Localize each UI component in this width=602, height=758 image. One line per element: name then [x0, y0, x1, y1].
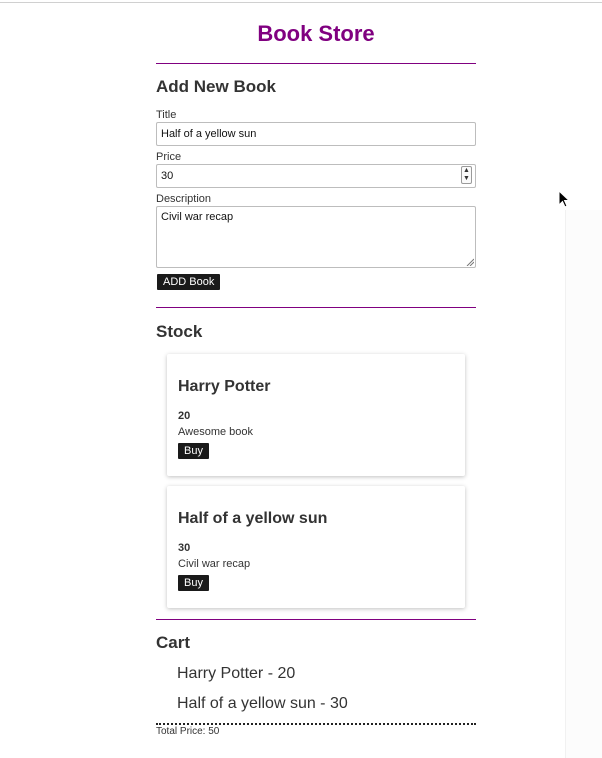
cart-separator	[156, 723, 476, 725]
page-title: Book Store	[257, 21, 375, 46]
title-input[interactable]	[156, 122, 476, 146]
book-title: Harry Potter	[178, 378, 271, 395]
description-textarea[interactable]: Civil war recap	[156, 206, 476, 268]
resize-handle-icon[interactable]	[466, 258, 474, 266]
book-description: Awesome book	[178, 426, 254, 438]
mouse-cursor-icon	[558, 190, 570, 208]
price-field: ▲ ▼	[156, 164, 476, 188]
book-card: Harry Potter 20 Awesome book Buy	[167, 354, 465, 476]
cart-heading: Cart	[156, 633, 191, 652]
buy-button[interactable]: Buy	[178, 575, 209, 591]
add-book-button[interactable]: ADD Book	[157, 274, 221, 290]
price-spinner[interactable]: ▲ ▼	[461, 166, 472, 184]
book-price: 30	[178, 542, 191, 554]
stock-heading: Stock	[156, 322, 203, 341]
browser-top-border	[0, 2, 602, 3]
divider	[156, 63, 476, 64]
spinner-down-icon[interactable]: ▼	[463, 175, 470, 183]
spinner-up-icon[interactable]: ▲	[463, 167, 470, 175]
price-input[interactable]	[156, 164, 476, 188]
description-field: Civil war recap	[156, 206, 476, 268]
divider	[156, 619, 476, 620]
page-edge-shade	[565, 210, 602, 758]
add-book-heading: Add New Book	[156, 77, 276, 96]
total-price: Total Price: 50	[156, 726, 220, 737]
book-card: Half of a yellow sun 30 Civil war recap …	[167, 486, 465, 608]
divider	[156, 307, 476, 308]
book-title: Half of a yellow sun	[178, 510, 328, 527]
book-price: 20	[178, 410, 191, 422]
cart-item: Half of a yellow sun - 30	[177, 695, 348, 712]
price-label: Price	[156, 151, 182, 163]
cart-item: Harry Potter - 20	[177, 665, 296, 682]
book-description: Civil war recap	[178, 558, 251, 570]
description-label: Description	[156, 193, 212, 205]
title-label: Title	[156, 109, 177, 121]
buy-button[interactable]: Buy	[178, 443, 209, 459]
